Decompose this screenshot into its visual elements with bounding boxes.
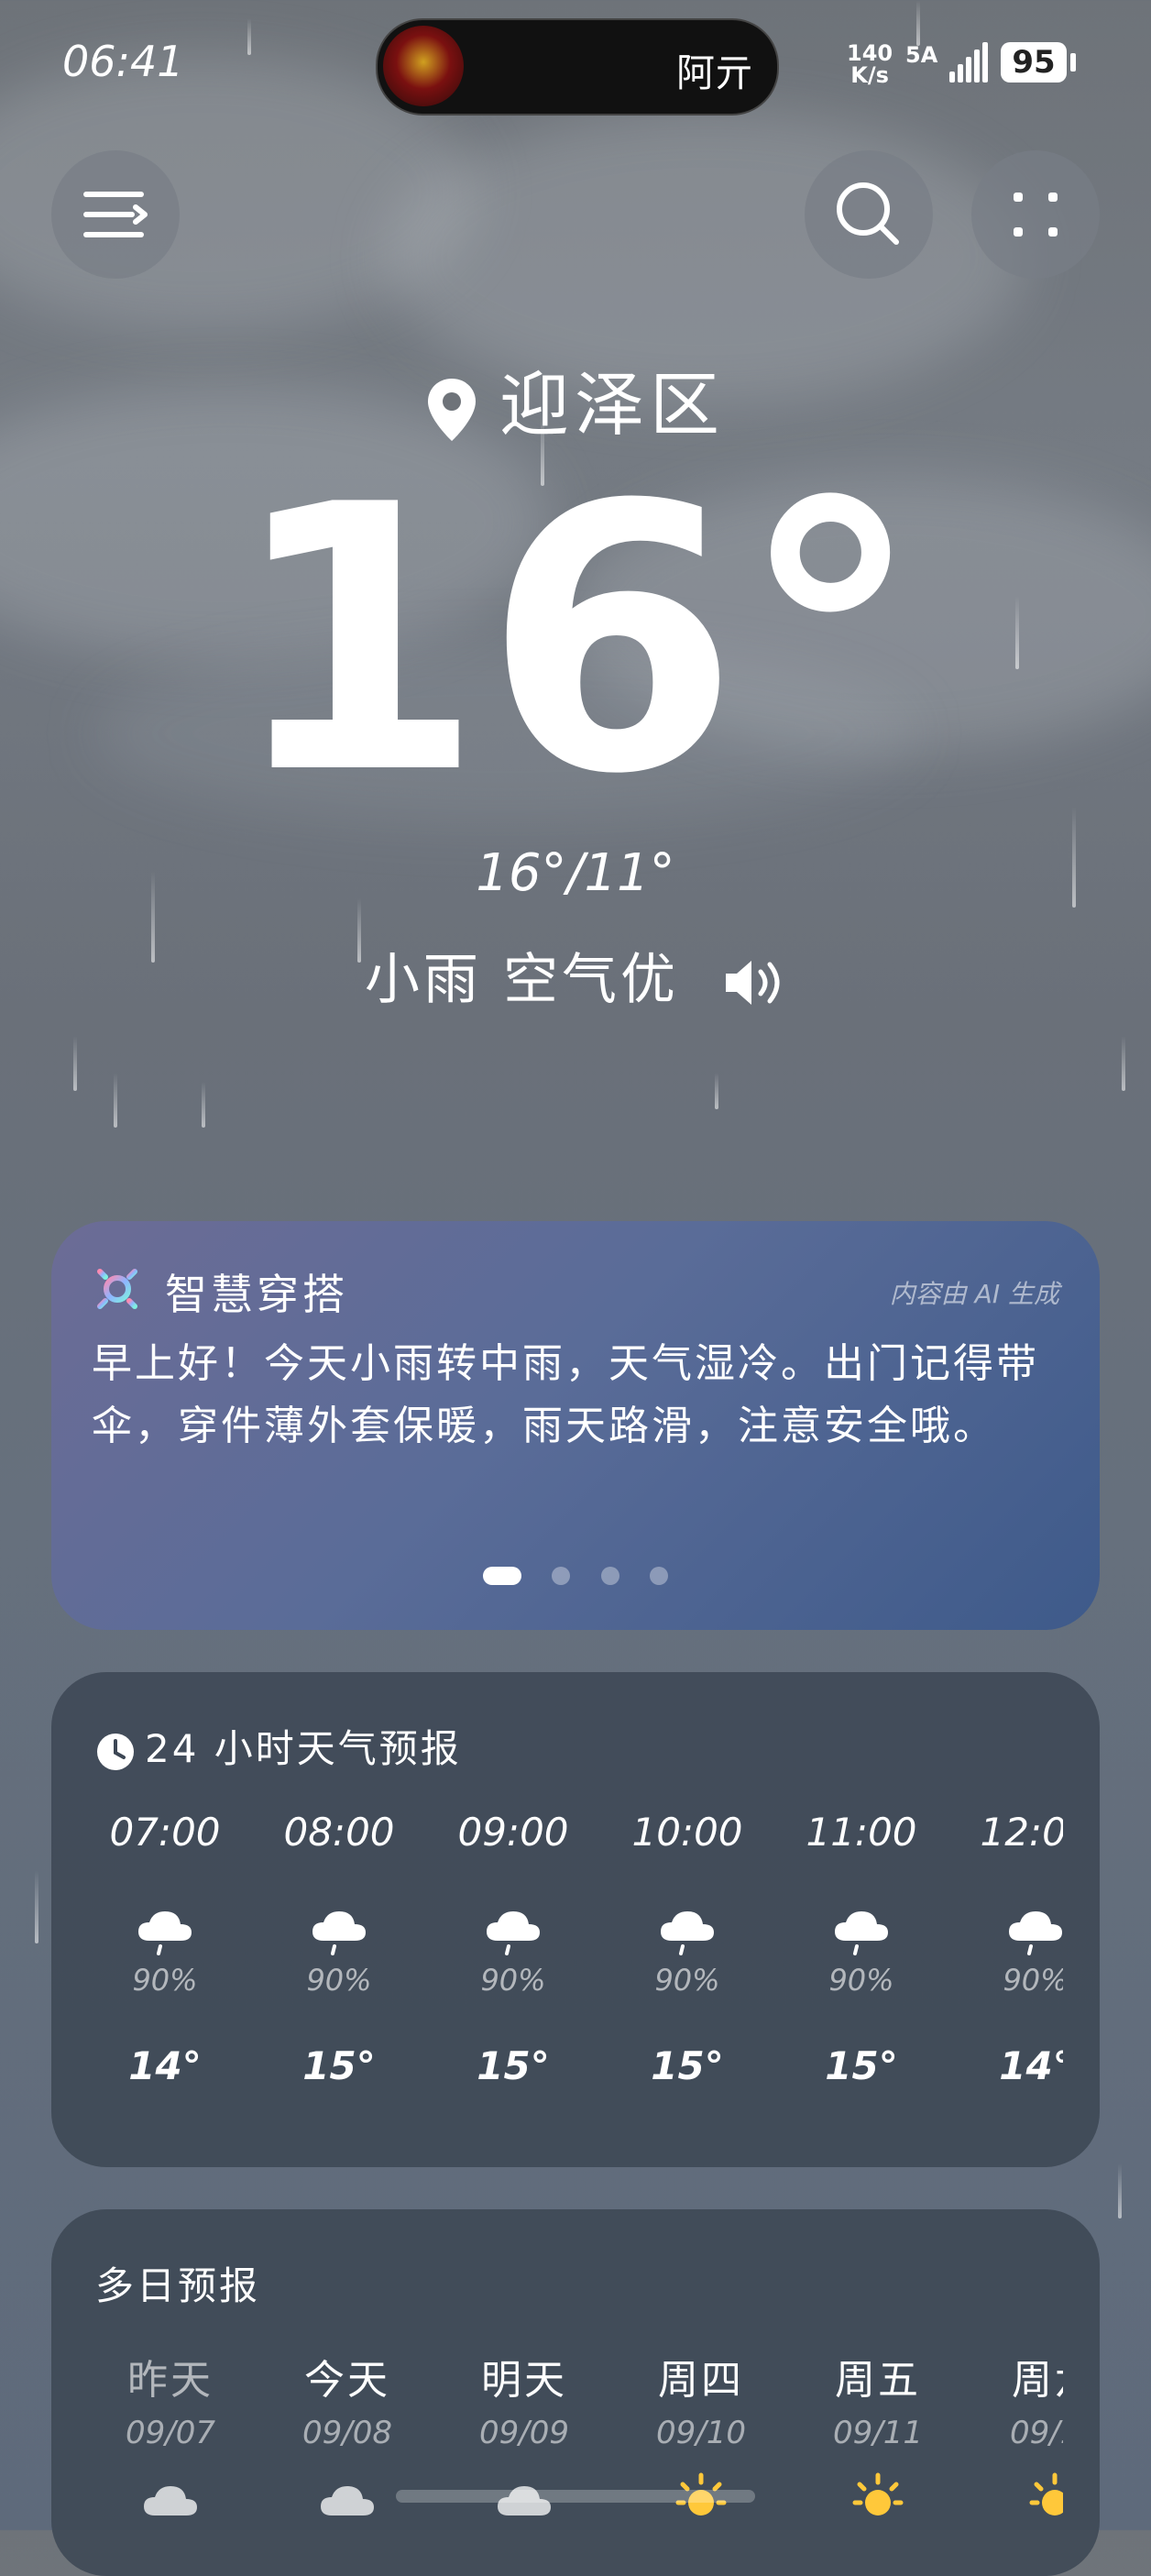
day-date: 09/07 — [126, 2415, 215, 2451]
page-dot — [552, 1566, 571, 1585]
daily-title: 多日预报 — [95, 2263, 261, 2308]
status-bar: 06:41 阿亓 140 K/s 5A 95 — [0, 0, 1151, 128]
hour-temperature: 14° — [999, 2043, 1063, 2088]
net-speed: 140 K/s — [847, 42, 893, 86]
day-name: 昨天 — [127, 2357, 214, 2404]
current-temperature: 16° — [228, 428, 923, 854]
cloud-rain-icon — [257, 1904, 422, 1959]
page-dot-active — [483, 1566, 522, 1585]
signal-bars-icon — [949, 40, 988, 83]
page-indicator — [51, 1566, 1100, 1585]
dots-grid-icon — [1014, 193, 1058, 237]
rain-probability: 90% — [654, 1963, 720, 1998]
hour-temperature: 14° — [128, 2043, 202, 2088]
hour-time: 08:00 — [283, 1810, 395, 1855]
hour-time: 07:00 — [109, 1810, 221, 1855]
day-date: 09/09 — [479, 2415, 569, 2451]
day-date: 09/10 — [656, 2415, 746, 2451]
day-date: 09/11 — [833, 2415, 923, 2451]
cloud-rain-icon — [779, 1904, 944, 1959]
clock: 06:41 — [62, 37, 184, 86]
sun-icon — [795, 2471, 960, 2526]
day-name: 今天 — [304, 2357, 390, 2404]
battery-tip — [1070, 53, 1076, 72]
rain-probability: 90% — [828, 1963, 894, 1998]
smart-outfit-card[interactable]: 智慧穿搭 内容由 AI 生成 早上好！今天小雨转中雨，天气湿冷。出门记得带伞，穿… — [51, 1221, 1100, 1630]
page-dot — [600, 1566, 619, 1585]
cloud-rain-icon — [953, 1904, 1063, 1959]
hour-temperature: 15° — [825, 2043, 898, 2088]
music-cover-icon — [383, 26, 464, 106]
weather-condition[interactable]: 小雨 空气优 — [0, 935, 1151, 1015]
page-dot — [649, 1566, 668, 1585]
rain-probability: 90% — [480, 1963, 546, 1998]
menu-button[interactable] — [51, 150, 180, 279]
condition-text: 小雨 空气优 — [364, 948, 679, 1012]
day-name: 明天 — [481, 2357, 567, 2404]
hour-time: 11:00 — [806, 1810, 917, 1855]
hour-time: 10:00 — [631, 1810, 743, 1855]
hour-time: 12:00 — [980, 1810, 1063, 1855]
more-button[interactable] — [971, 150, 1100, 279]
day-date: 09/12 — [1010, 2415, 1063, 2451]
hour-time: 09:00 — [457, 1810, 569, 1855]
rain-probability: 90% — [306, 1963, 372, 1998]
cloud-rain-icon — [92, 1904, 247, 1959]
battery-icon: 95 — [1001, 42, 1067, 83]
day-date: 09/08 — [302, 2415, 392, 2451]
card-title: 智慧穿搭 — [165, 1270, 348, 1319]
sun-icon — [972, 2471, 1063, 2526]
home-indicator[interactable] — [396, 2490, 755, 2503]
hour-temperature: 15° — [651, 2043, 724, 2088]
hourly-item[interactable]: 09:00 90% 15° — [431, 1810, 596, 2088]
hour-temperature: 15° — [302, 2043, 376, 2088]
rain-probability: 90% — [132, 1963, 198, 1998]
search-icon — [837, 182, 899, 245]
search-button[interactable] — [805, 150, 933, 279]
island-label: 阿亓 — [675, 50, 753, 95]
outfit-advice-text: 早上好！今天小雨转中雨，天气湿冷。出门记得带伞，穿件薄外套保暖，雨天路滑，注意安… — [92, 1340, 1039, 1449]
daily-item[interactable]: 周六 09/12 — [972, 2347, 1063, 2526]
hourly-title: 24 小时天气预报 — [145, 1726, 462, 1771]
hourly-list[interactable]: 07:00 90% 14° 08:00 90% 15° 09:00 90% 15° 10:00 90… — [92, 1810, 1063, 2140]
net-speed-value: 140 — [847, 40, 893, 66]
clock-icon — [97, 1733, 134, 1770]
hourly-item[interactable]: 12:00 90% 14° — [953, 1810, 1063, 2088]
daily-item[interactable]: 周五 09/11 — [795, 2347, 960, 2526]
hour-temperature: 15° — [477, 2043, 550, 2088]
daily-item[interactable]: 昨天 09/07 — [92, 2347, 253, 2526]
speaker-icon[interactable] — [722, 957, 786, 1008]
daily-forecast-card[interactable]: 多日预报 昨天 09/07 今天 09/08 明天 09/09 周四 09/10 周五 09/11… — [51, 2209, 1100, 2576]
rain-probability: 90% — [1003, 1963, 1063, 1998]
hourly-header: 24 小时天气预报 — [95, 1718, 462, 1774]
temperature-range: 16°/11° — [476, 843, 675, 903]
hourly-forecast-card[interactable]: 24 小时天气预报 07:00 90% 14° 08:00 90% 15° 09:00 90%… — [51, 1672, 1100, 2167]
cloud-icon — [92, 2471, 253, 2526]
day-name: 周六 — [1012, 2357, 1063, 2404]
net-speed-unit: K/s — [850, 62, 889, 88]
ai-generated-note: 内容由 AI 生成 — [889, 1279, 1059, 1309]
daily-list[interactable]: 昨天 09/07 今天 09/08 明天 09/09 周四 09/10 周五 09/11 周六 09/… — [92, 2347, 1063, 2576]
day-name: 周五 — [835, 2357, 921, 2404]
cloud-rain-icon — [605, 1904, 770, 1959]
hourly-item[interactable]: 07:00 90% 14° — [92, 1810, 247, 2088]
sparkle-icon — [92, 1263, 143, 1315]
dynamic-island[interactable]: 阿亓 — [376, 18, 779, 116]
hourly-item[interactable]: 08:00 90% 15° — [257, 1810, 422, 2088]
cloud-rain-icon — [431, 1904, 596, 1959]
hourly-item[interactable]: 11:00 90% 15° — [779, 1810, 944, 2088]
menu-icon — [83, 192, 148, 237]
hourly-item[interactable]: 10:00 90% 15° — [605, 1810, 770, 2088]
day-name: 周四 — [658, 2357, 744, 2404]
network-type: 5A — [905, 42, 938, 68]
